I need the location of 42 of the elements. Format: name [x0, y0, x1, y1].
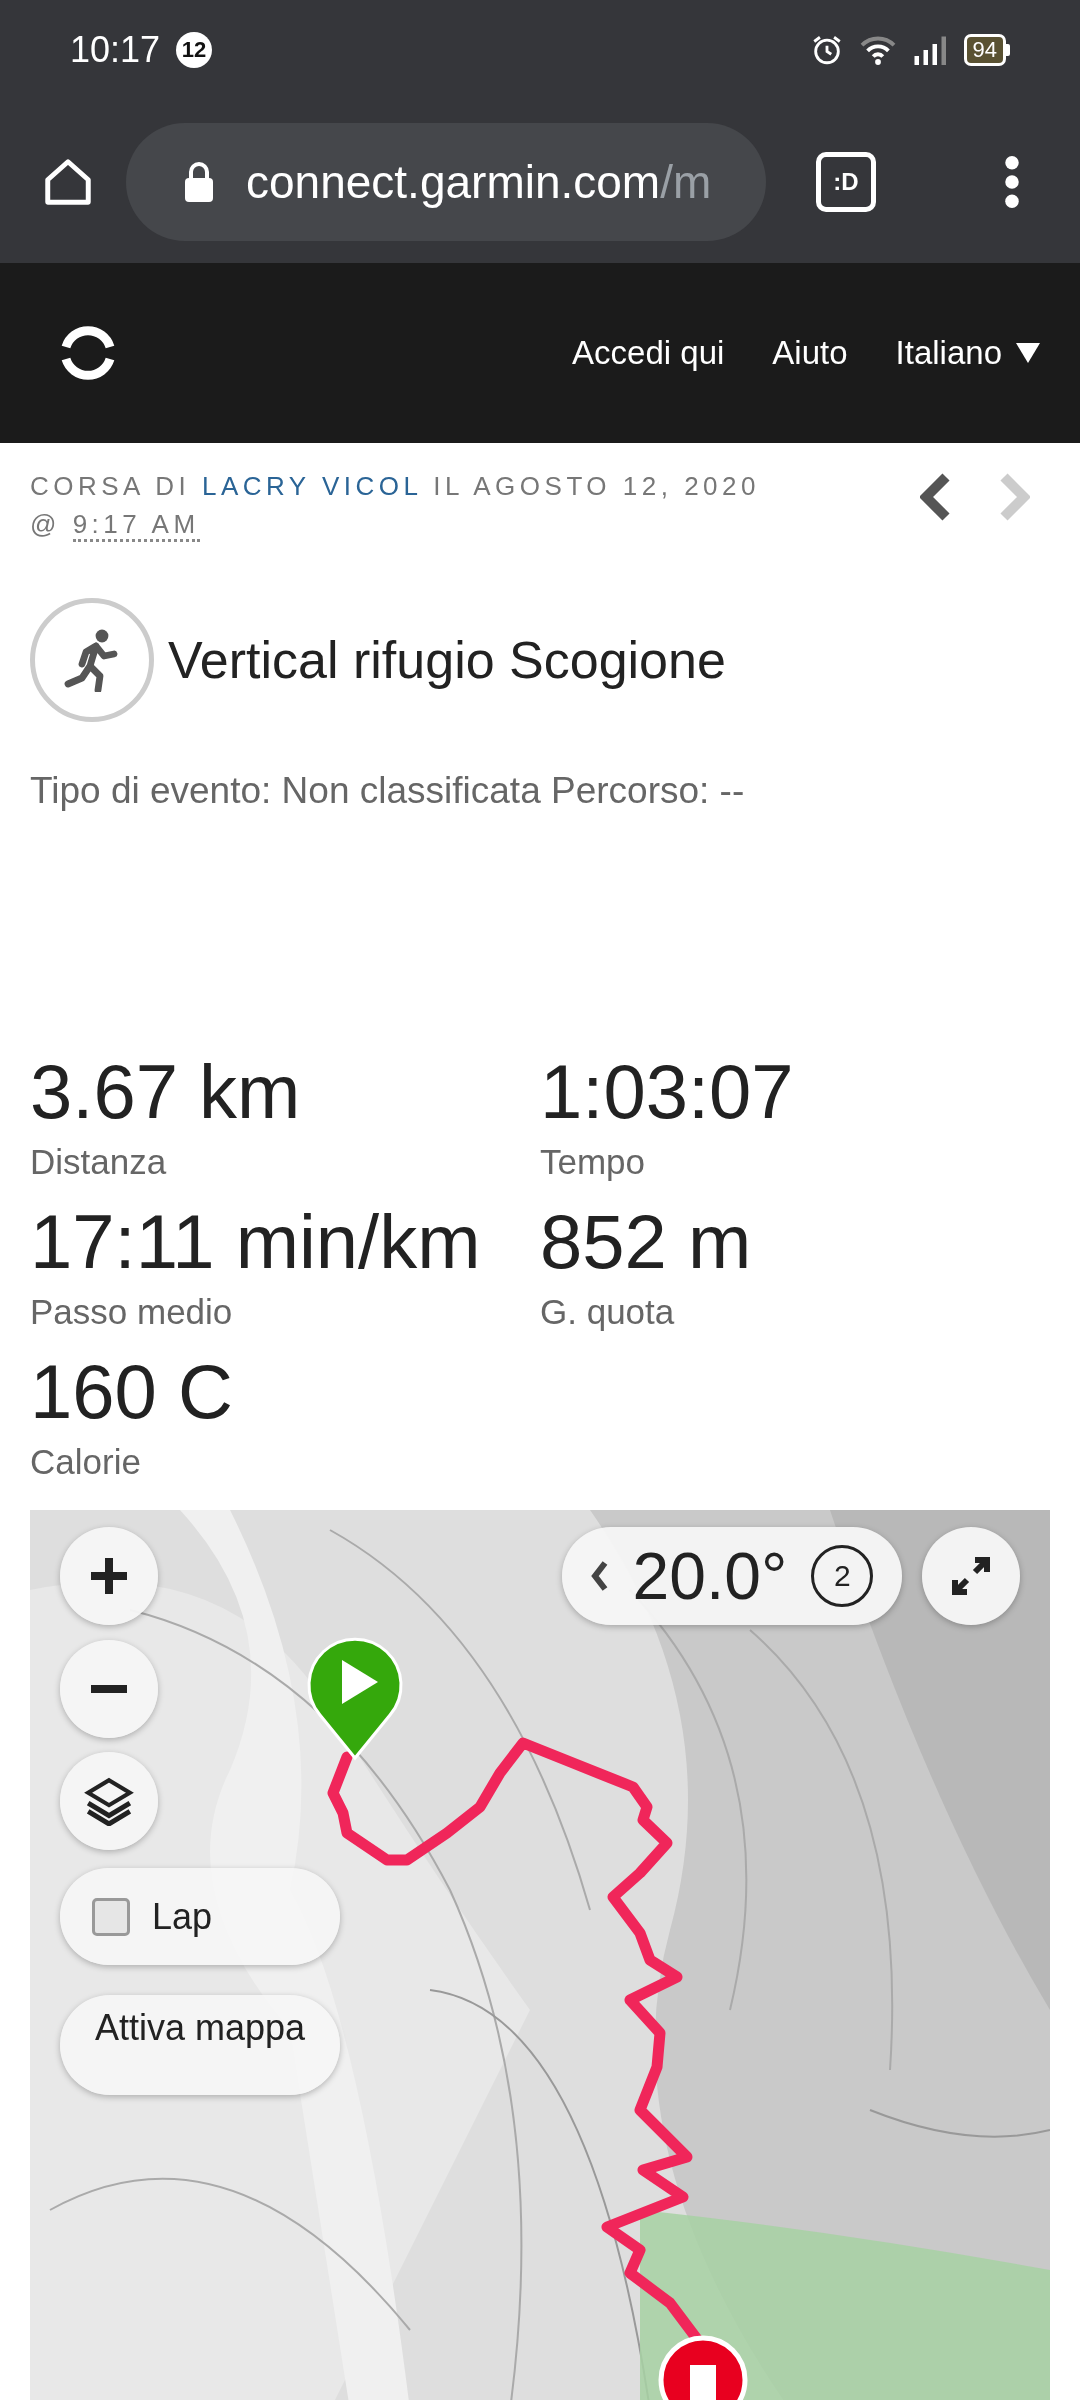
at-sign: @	[30, 509, 61, 539]
address-bar[interactable]: connect.garmin.com/m	[126, 122, 766, 241]
minus-icon	[89, 1684, 129, 1694]
menu-icon[interactable]	[1004, 154, 1020, 209]
lap-toggle[interactable]: Lap	[60, 1868, 340, 1965]
stat-label: G. quota	[540, 1291, 676, 1333]
stat-value: 852 m	[540, 1198, 753, 1286]
lock-icon	[182, 161, 216, 202]
notification-badge: 12	[176, 32, 213, 68]
start-marker-icon	[307, 1637, 403, 1760]
status-time: 10:17	[70, 29, 161, 71]
dropdown-caret-icon	[1016, 343, 1040, 363]
running-icon	[30, 598, 154, 722]
rotation-control[interactable]: 20.0° 2	[562, 1527, 902, 1625]
stat-value: 3.67 km	[30, 1048, 302, 1136]
event-details: Tipo di evento: Non classificata Percorso: --	[30, 770, 746, 812]
stat-value: 1:03:07	[540, 1048, 795, 1136]
lap-checkbox[interactable]	[92, 1897, 130, 1936]
stat-value: 17:11 min/km	[30, 1198, 482, 1286]
activity-title: Vertical rifugio Scogione	[168, 630, 726, 690]
stat-label: Distanza	[30, 1141, 168, 1183]
activity-byline: CORSA DI LACRY VICOL IL AGOSTO 12, 2020	[30, 470, 761, 503]
url-text: connect.garmin.com/m	[246, 154, 712, 209]
plus-icon	[89, 1556, 129, 1596]
tab-switcher[interactable]: :D	[816, 151, 876, 212]
stat-label: Tempo	[540, 1141, 647, 1183]
layers-icon	[84, 1776, 134, 1826]
stat-label: Calorie	[30, 1441, 142, 1483]
start-time: 9:17 AM	[72, 509, 200, 542]
nav-link[interactable]: Accedi qui	[572, 334, 725, 372]
chevron-left-icon	[590, 1561, 609, 1591]
activate-map-button[interactable]: Attiva mappa	[60, 1995, 340, 2095]
stat-value: 160 C	[30, 1348, 234, 1436]
battery-level: 94	[963, 34, 1006, 66]
expand-icon	[951, 1556, 991, 1596]
rotation-angle: 20.0°	[632, 1538, 788, 1614]
nav-link[interactable]: Aiuto	[772, 334, 848, 372]
stat-label: Passo medio	[30, 1291, 234, 1333]
language-dropdown[interactable]: Italiano	[895, 334, 1040, 372]
author-link[interactable]: LACRY VICOL	[202, 471, 422, 501]
compass-icon: 2	[811, 1545, 874, 1607]
end-marker-icon	[658, 2335, 748, 2400]
